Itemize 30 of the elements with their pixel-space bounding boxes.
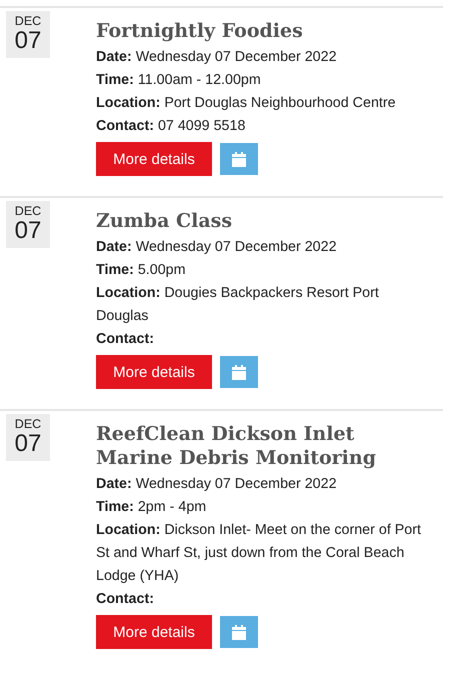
event-title: Zumba Class: [96, 209, 234, 233]
date-day: 07: [14, 431, 42, 457]
more-details-button[interactable]: More details: [96, 142, 212, 176]
date-day: 07: [14, 218, 42, 244]
detail-line: Date: Wednesday 07 December 2022: [96, 238, 338, 257]
detail-line: Date: Wednesday 07 December 2022: [96, 475, 338, 494]
event-title: ReefClean Dickson Inlet Marine Debris Monitoring: [96, 422, 377, 470]
calendar-icon: [232, 152, 246, 166]
date-month: DEC: [14, 205, 42, 218]
calendar-icon: [232, 624, 246, 640]
detail-line: Time: 5.00pm: [96, 261, 187, 280]
detail-line: Contact:: [96, 590, 155, 609]
date-month: DEC: [14, 418, 42, 431]
detail-line: Location: Port Douglas Neighbourhood Centre: [96, 94, 397, 113]
detail-line: Time: 2pm - 4pm: [96, 498, 208, 517]
more-details-button[interactable]: More details: [96, 615, 212, 649]
date-day: 07: [14, 28, 42, 54]
detail-line: Contact: 07 4099 5518: [96, 117, 246, 136]
add-to-calendar-button[interactable]: [220, 356, 258, 388]
calendar-icon: [232, 364, 246, 380]
more-details-button[interactable]: More details: [96, 355, 212, 389]
add-to-calendar-button[interactable]: [220, 143, 258, 175]
add-to-calendar-button[interactable]: [220, 616, 258, 648]
detail-line: Date: Wednesday 07 December 2022: [96, 48, 338, 67]
detail-line: Contact:: [96, 330, 155, 349]
detail-line: Location: Dickson Inlet- Meet on the corner of Port St and Wharf St, just down from the Coral Beach Lodge (YHA): [96, 521, 422, 586]
detail-line: Location: Dougies Backpackers Resort Port Douglas: [96, 284, 380, 326]
detail-line: Time: 11.00am - 12.00pm: [96, 71, 262, 90]
event-title: Fortnightly Foodies: [96, 19, 304, 43]
date-month: DEC: [14, 15, 42, 28]
